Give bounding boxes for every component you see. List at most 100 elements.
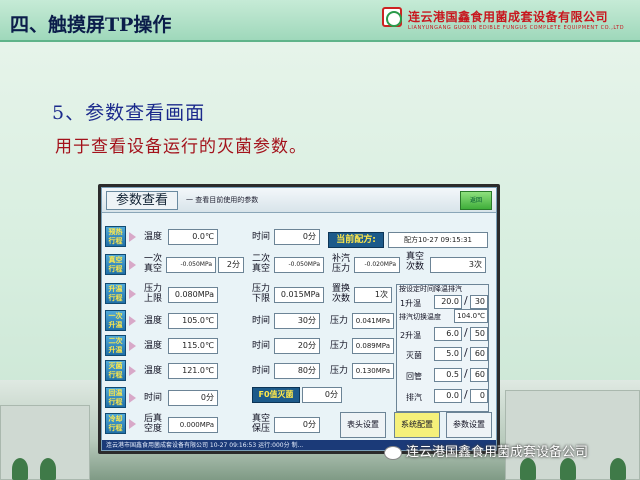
param-setting-button[interactable]: 参数设置: [446, 412, 492, 438]
row0-label: 温度: [143, 232, 162, 242]
pressure-upper-value: 0.080MPa: [168, 287, 218, 303]
row5-label: 温度: [143, 366, 162, 376]
row2-label2: 压力 下限: [251, 284, 270, 304]
tree: [610, 458, 626, 480]
supplement-pressure-value: -0.020MPa: [354, 257, 400, 273]
arrow-icon: [129, 316, 136, 326]
row3-label2: 时间: [251, 316, 270, 326]
first-heat-temp: 105.0℃: [168, 313, 218, 329]
sterilize-time: 80分: [274, 363, 320, 379]
slash-separator: /: [464, 388, 468, 401]
row3-label3: 压力: [329, 316, 348, 326]
hmi-title: 参数查看: [106, 191, 178, 210]
arrow-icon: [129, 393, 136, 403]
current-recipe-label: 当前配方:: [328, 232, 384, 248]
slash-separator: /: [464, 326, 468, 339]
phase-1-v2: 30: [470, 295, 488, 309]
section-description: 用于查看设备运行的灭菌参数。: [55, 137, 307, 157]
phase-2-v1: 6.0: [434, 327, 462, 341]
slash-separator: /: [464, 294, 468, 307]
row2-label: 压力 上限: [143, 284, 162, 304]
first-heat-time: 30分: [274, 313, 320, 329]
side-btn-heat[interactable]: 升温 行程: [105, 283, 126, 304]
vacuum-hold-value: 0分: [274, 417, 320, 433]
phase-5-v2: 0: [470, 389, 488, 403]
company-name-en: LIANYUNGANG GUOXIN EDIBLE FUNGUS COMPLET…: [408, 25, 625, 31]
return-button[interactable]: 返回: [460, 191, 492, 210]
second-heat-time: 20分: [274, 338, 320, 354]
row7-label2: 真空 保压: [251, 414, 270, 434]
row1-label3: 补汽 压力: [331, 254, 350, 274]
arrow-icon: [129, 289, 136, 299]
side-btn-return-temp[interactable]: 回温 行程: [105, 387, 126, 408]
side-btn-first-heat[interactable]: 一次 升温: [105, 310, 126, 331]
phase-1-v1: 20.0: [434, 295, 462, 309]
hmi-panel: 参数查看 一 查看目前使用的参数 返回 预热 行程 真空 行程 升温 行程 一次 升温 …: [101, 187, 497, 451]
hmi-screen: 参数查看 一 查看目前使用的参数 返回 预热 行程 真空 行程 升温 行程 一次 升温 …: [98, 184, 500, 454]
second-heat-temp: 115.0℃: [168, 338, 218, 354]
side-btn-vacuum[interactable]: 真空 行程: [105, 254, 126, 275]
first-heat-pressure: 0.041MPa: [352, 313, 394, 329]
slash-separator: /: [464, 346, 468, 359]
arrow-icon: [129, 260, 136, 270]
row1-label4: 真空 次数: [405, 252, 424, 272]
tree: [40, 458, 56, 480]
replace-count-value: 1次: [354, 287, 392, 303]
first-vacuum-time: 2分: [218, 257, 244, 273]
exhaust-switch-label: 排汽切换温度: [399, 313, 441, 321]
phase-1-label: 1升温: [400, 299, 422, 308]
arrow-icon: [129, 419, 136, 429]
row7-label: 后真 空度: [143, 414, 162, 434]
row2-label3: 置换 次数: [331, 284, 350, 304]
hmi-subtitle: 一 查看目前使用的参数: [186, 196, 259, 204]
phase-4-label: 回管: [406, 372, 422, 381]
side-btn-preheat[interactable]: 预热 行程: [105, 226, 126, 247]
first-vacuum-value: -0.050MPa: [166, 257, 216, 273]
row1-label: 一次 真空: [143, 254, 162, 274]
row6-label: 时间: [143, 393, 162, 403]
f0-sterilize-label: F0值灭菌: [252, 387, 300, 403]
row4-label2: 时间: [251, 341, 270, 351]
arrow-icon: [129, 232, 136, 242]
tree: [12, 458, 28, 480]
post-vacuum-value: 0.000MPa: [168, 417, 218, 433]
arrow-icon: [129, 341, 136, 351]
f0-sterilize-value: 0分: [302, 387, 342, 403]
phase-4-v1: 0.5: [434, 368, 462, 382]
current-recipe-value: 配方10-27 09:15:31: [388, 232, 488, 248]
side-btn-sterilize[interactable]: 灭菌 行程: [105, 360, 126, 381]
side-btn-cooling[interactable]: 冷却 行程: [105, 413, 126, 434]
arrow-icon: [129, 366, 136, 376]
sterilize-temp: 121.0℃: [168, 363, 218, 379]
system-config-button[interactable]: 系统配置: [394, 412, 440, 438]
preheat-time-value: 0分: [274, 229, 320, 245]
watermark-text: 连云港国鑫食用菌成套设备公司: [406, 445, 589, 460]
phase-4-v2: 60: [470, 368, 488, 382]
phase-panel-header: 按设定时间降温排汽: [399, 285, 462, 293]
phase-2-label: 2升温: [400, 331, 422, 340]
row0-label2: 时间: [251, 232, 270, 242]
slash-separator: /: [464, 367, 468, 380]
preheat-temp-value: 0.0℃: [168, 229, 218, 245]
row4-label: 温度: [143, 341, 162, 351]
company-name-cn: 连云港国鑫食用菌成套设备有限公司: [408, 10, 609, 24]
phase-5-label: 排汽: [406, 393, 422, 402]
phase-3-v1: 5.0: [434, 347, 462, 361]
row3-label: 温度: [143, 316, 162, 326]
header-setting-button[interactable]: 表头设置: [340, 412, 386, 438]
side-btn-second-heat[interactable]: 二次 升温: [105, 335, 126, 356]
phase-5-v1: 0.0: [434, 389, 462, 403]
pressure-lower-value: 0.015MPa: [274, 287, 324, 303]
phase-3-label: 灭菌: [406, 351, 422, 360]
exhaust-switch-value: 104.0℃: [454, 309, 488, 323]
slide-title: 四、触摸屏TP操作: [10, 14, 172, 36]
second-heat-pressure: 0.089MPa: [352, 338, 394, 354]
return-temp-time: 0分: [168, 390, 218, 406]
row5-label3: 压力: [329, 366, 348, 376]
row4-label3: 压力: [329, 341, 348, 351]
company-logo-icon: [382, 7, 402, 27]
vacuum-count-value: 3次: [430, 257, 486, 273]
section-heading: 5、参数查看画面: [52, 102, 206, 124]
row1-label2: 二次 真空: [251, 254, 270, 274]
sterilize-pressure: 0.130MPa: [352, 363, 394, 379]
